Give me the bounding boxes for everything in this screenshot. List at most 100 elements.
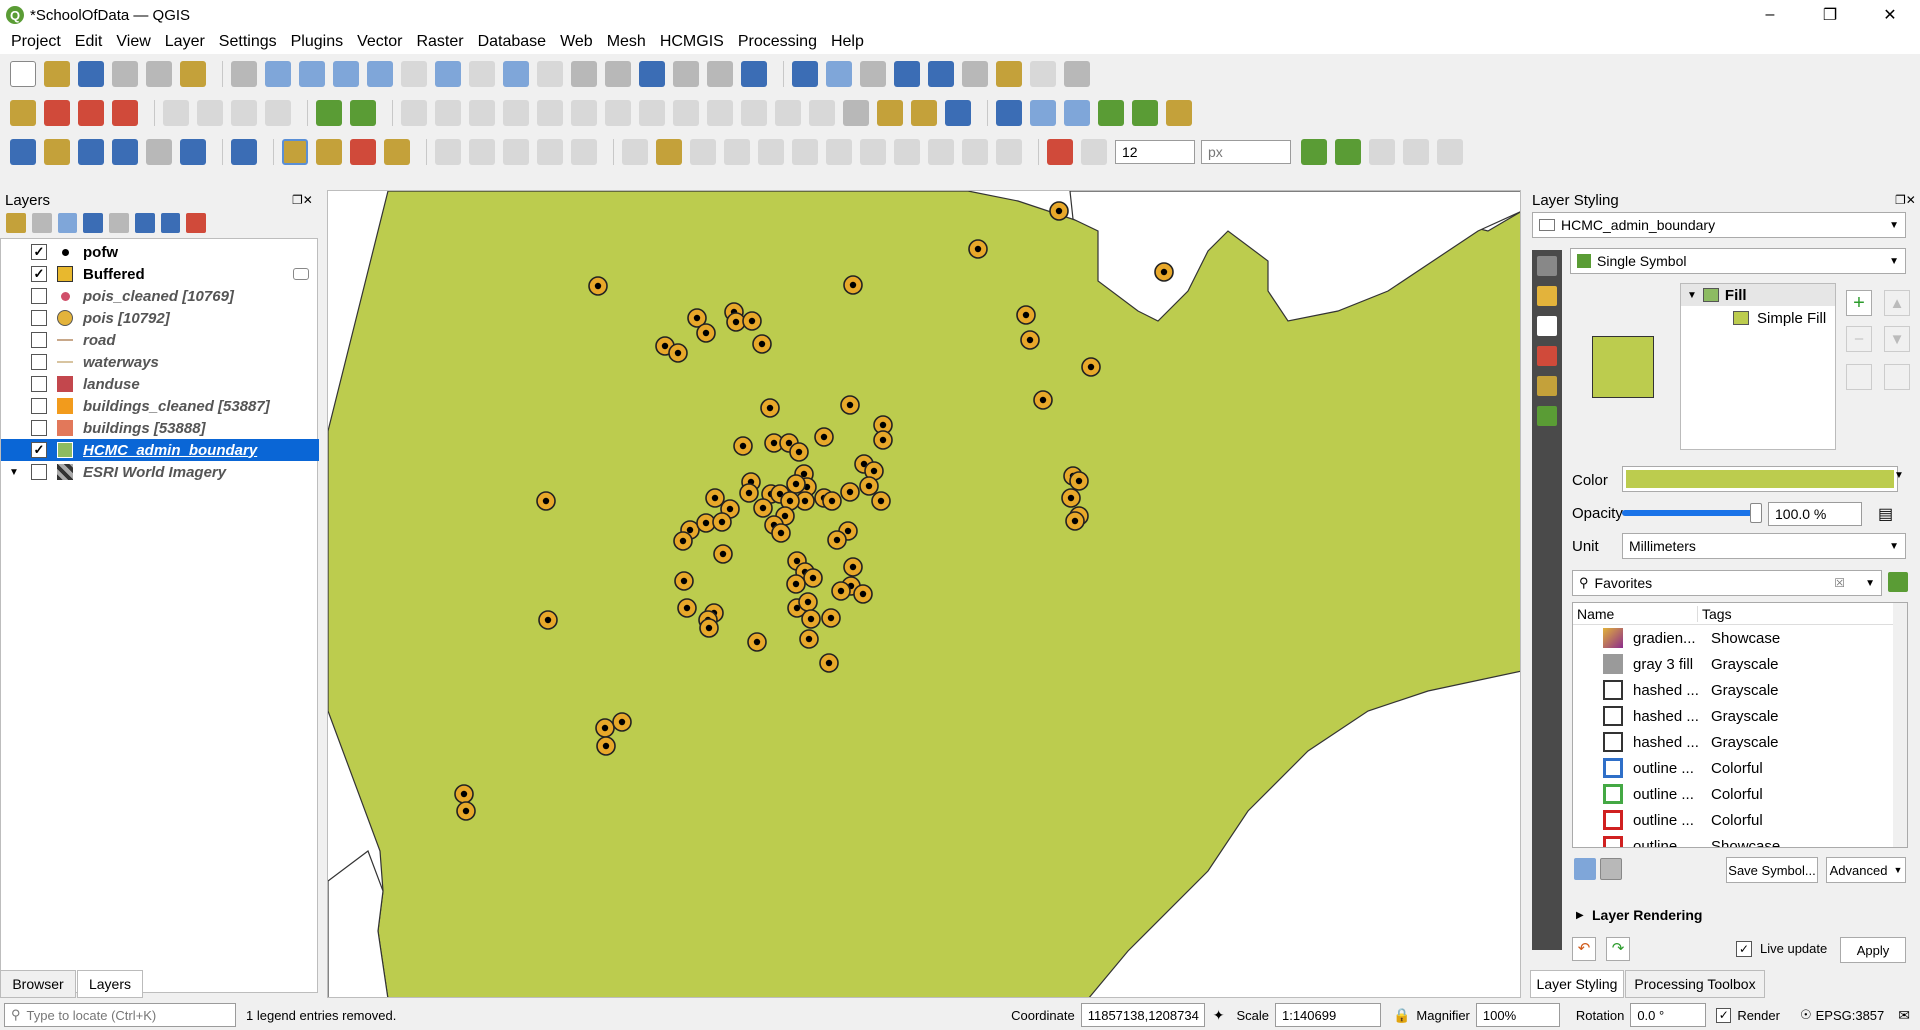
symbol-list-row[interactable]: gray 3 fill Grayscale <box>1573 651 1893 677</box>
panel-float-icon[interactable]: ❐✕ <box>292 193 313 207</box>
zoom-last-icon[interactable] <box>503 61 529 87</box>
undo-icon[interactable] <box>945 100 971 126</box>
help-icon[interactable] <box>231 139 257 165</box>
zoom-full-icon[interactable] <box>367 61 393 87</box>
split-tool-icon[interactable] <box>1403 139 1429 165</box>
processing-icon[interactable] <box>911 100 937 126</box>
paste-icon[interactable] <box>928 139 954 165</box>
menu-settings[interactable]: Settings <box>212 33 284 51</box>
pan-icon[interactable] <box>231 61 257 87</box>
python-console-icon[interactable] <box>877 100 903 126</box>
symbol-list-row[interactable]: hashed ... Grayscale <box>1573 677 1893 703</box>
layer-select-combo[interactable]: HCMC_admin_boundary ▼ <box>1532 212 1906 238</box>
save-symbol-button[interactable]: Save Symbol... <box>1726 857 1818 883</box>
layer-checkbox[interactable] <box>31 332 47 348</box>
symbol-group-search[interactable]: ⚲ Favorites ☒ ▼ <box>1572 570 1882 596</box>
layer-checkbox[interactable]: ✓ <box>31 244 47 260</box>
edit-tool-2-icon[interactable] <box>469 139 495 165</box>
scale-input[interactable]: 1:140699 <box>1274 1003 1381 1027</box>
apply-button[interactable]: Apply <box>1840 937 1906 963</box>
layer-row-hcmc-admin-boundary[interactable]: ✓ HCMC_admin_boundary <box>1 439 319 461</box>
digitize-tool-1-icon[interactable] <box>401 100 427 126</box>
tree-simple-fill-row[interactable]: Simple Fill <box>1681 307 1835 329</box>
tab-layers[interactable]: Layers <box>77 970 143 998</box>
reshape-tool-icon[interactable] <box>1437 139 1463 165</box>
unit-select[interactable]: px <box>1201 140 1291 164</box>
advanced-button[interactable]: Advanced ▼ <box>1826 857 1906 883</box>
digitize-tool-12-icon[interactable] <box>775 100 801 126</box>
symbol-list-row[interactable]: outline ... Showcase <box>1573 833 1893 847</box>
globe-icon[interactable] <box>316 100 342 126</box>
digitize-tool-10-icon[interactable] <box>707 100 733 126</box>
layer-rendering-label[interactable]: Layer Rendering <box>1592 907 1702 923</box>
style-manager-icon[interactable] <box>180 61 206 87</box>
tree-fill-row[interactable]: ▼ Fill <box>1681 284 1835 306</box>
add-vector-icon[interactable] <box>78 139 104 165</box>
mouse-coords-icon[interactable]: ✦ <box>1213 1007 1225 1024</box>
select-by-value-icon[interactable] <box>316 139 342 165</box>
field-calculator-icon[interactable] <box>860 61 886 87</box>
attribute-table-icon[interactable] <box>826 61 852 87</box>
expand-arrow-icon[interactable]: ▼ <box>9 467 19 478</box>
zoom-scale-icon[interactable] <box>1132 100 1158 126</box>
cut-icon[interactable] <box>860 139 886 165</box>
add-feature-icon[interactable] <box>724 139 750 165</box>
collapse-all-icon[interactable] <box>160 213 181 233</box>
digitize-tool-11-icon[interactable] <box>741 100 767 126</box>
edit-redo-icon[interactable] <box>996 139 1022 165</box>
refresh-icon[interactable] <box>741 61 767 87</box>
restore-icon[interactable]: ❐ <box>1800 0 1860 30</box>
layer-checkbox[interactable] <box>31 288 47 304</box>
highlight-labels-icon[interactable] <box>112 100 138 126</box>
save-as-icon[interactable] <box>112 61 138 87</box>
digitize-tool-5-icon[interactable] <box>537 100 563 126</box>
color-dropdown-icon[interactable]: ▼ <box>1894 470 1904 481</box>
identify-icon[interactable] <box>792 61 818 87</box>
crs-globe-icon[interactable]: ☉ <box>1800 1007 1812 1023</box>
symbol-list-row[interactable]: outline ... Colorful <box>1573 807 1893 833</box>
digitize-tool-8-icon[interactable] <box>639 100 665 126</box>
cross-tool-icon[interactable] <box>1369 139 1395 165</box>
new-map-view-icon[interactable] <box>571 61 597 87</box>
layer-row-buildings[interactable]: buildings [53888] <box>1 417 319 439</box>
render-checkbox[interactable]: ✓ <box>1716 1007 1732 1023</box>
trace-icon[interactable] <box>1301 139 1327 165</box>
menu-web[interactable]: Web <box>553 33 600 51</box>
digitize-tool-9-icon[interactable] <box>673 100 699 126</box>
tree-expand-icon[interactable]: ▼ <box>1687 290 1697 301</box>
col-name[interactable]: Name <box>1577 606 1697 622</box>
snapping-magnet-icon[interactable] <box>1047 139 1073 165</box>
print-layout-icon[interactable] <box>146 61 172 87</box>
edit-tool-1-icon[interactable] <box>435 139 461 165</box>
minimize-icon[interactable]: – <box>1740 0 1800 30</box>
menu-edit[interactable]: Edit <box>68 33 110 51</box>
save-edits-icon[interactable] <box>690 139 716 165</box>
locator-input[interactable]: ⚲ Type to locate (Ctrl+K) <box>4 1003 236 1027</box>
rotate-label-icon[interactable] <box>197 100 223 126</box>
digitize-tool-2-icon[interactable] <box>435 100 461 126</box>
masks-icon[interactable] <box>1537 316 1557 336</box>
zoom-out-icon[interactable] <box>333 61 359 87</box>
layer-indicator-icon[interactable] <box>293 268 309 280</box>
pan-to-selection-icon[interactable] <box>265 61 291 87</box>
add-wms-icon[interactable] <box>146 139 172 165</box>
remove-layer-icon[interactable] <box>186 213 206 233</box>
measure-icon[interactable] <box>962 61 988 87</box>
label-abc-icon[interactable] <box>10 100 36 126</box>
text-annotation-icon[interactable] <box>1064 61 1090 87</box>
history-icon[interactable] <box>1537 406 1557 426</box>
settings-gear-icon[interactable] <box>894 61 920 87</box>
layer-row-landuse[interactable]: landuse <box>1 373 319 395</box>
layer-checkbox[interactable] <box>31 464 47 480</box>
layer-checkbox[interactable]: ✓ <box>31 442 47 458</box>
layer-row-esri-world-imagery[interactable]: ▼ ESRI World Imagery <box>1 461 319 483</box>
magnifier-input[interactable]: 100% <box>1475 1003 1560 1027</box>
zoom-layer-icon[interactable] <box>435 61 461 87</box>
menu-plugins[interactable]: Plugins <box>284 33 350 51</box>
zoom-selection-icon[interactable] <box>401 61 427 87</box>
tab-browser[interactable]: Browser <box>0 970 76 998</box>
style-manager-button-icon[interactable] <box>1888 572 1908 592</box>
show-bookmarks-icon[interactable] <box>673 61 699 87</box>
remove-symbol-layer-icon[interactable]: – <box>1846 326 1872 352</box>
new-3d-map-icon[interactable] <box>605 61 631 87</box>
